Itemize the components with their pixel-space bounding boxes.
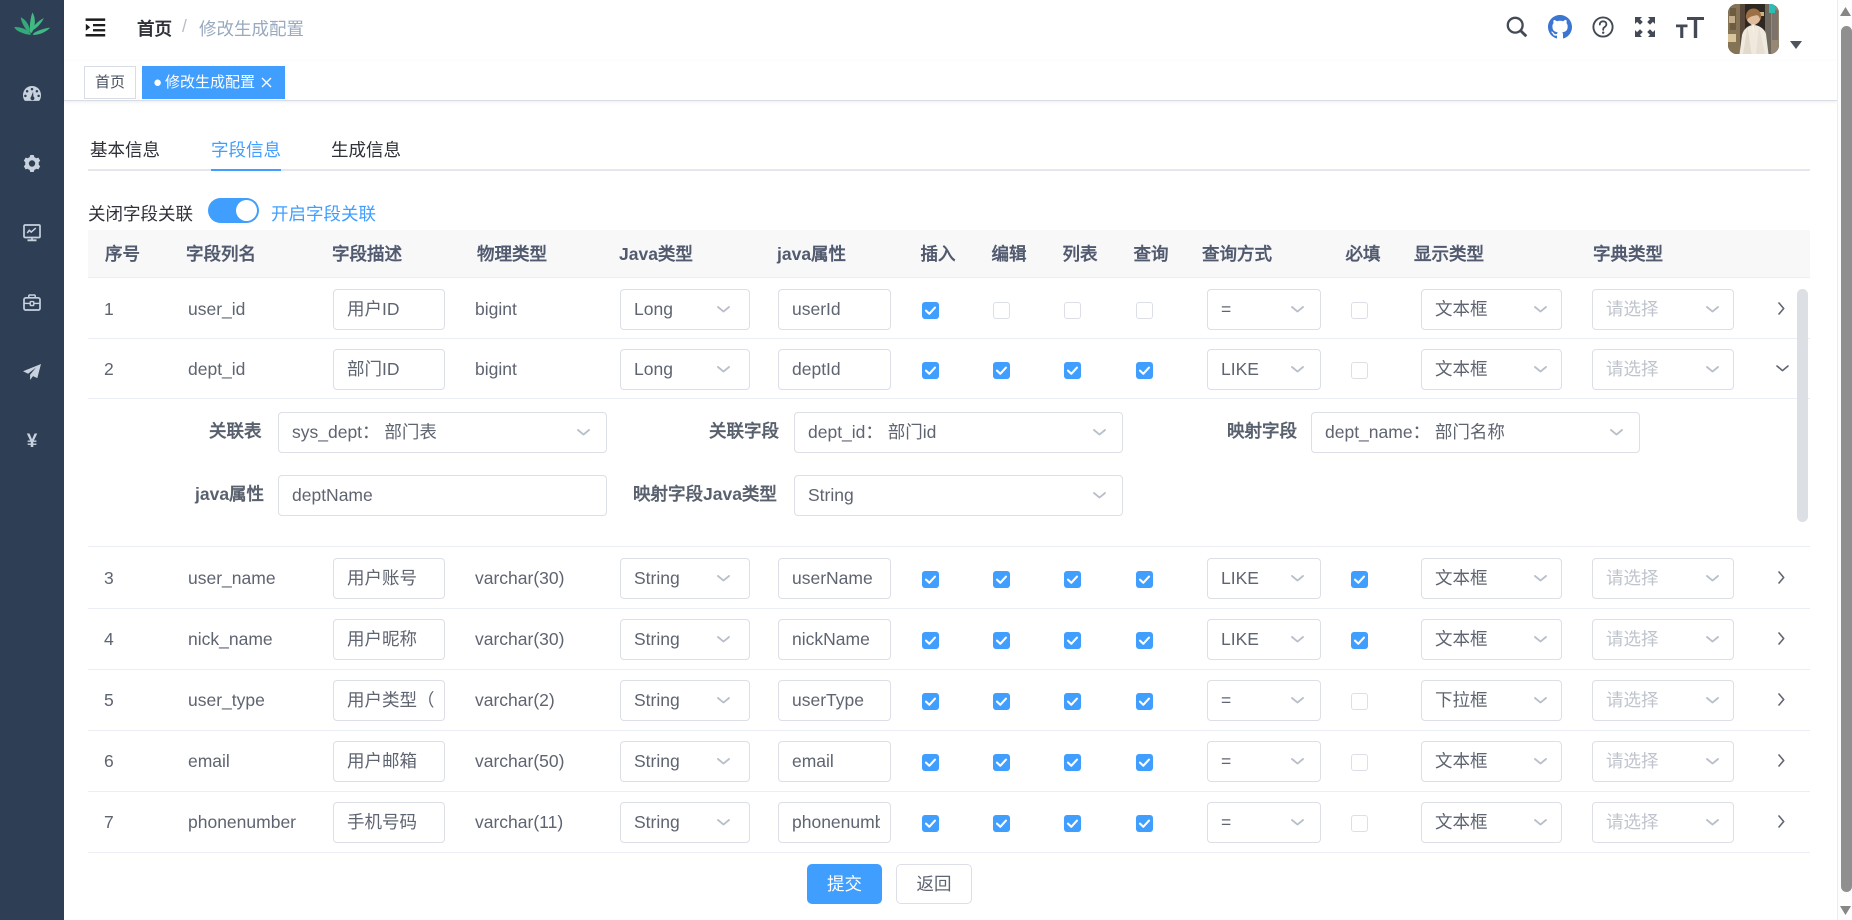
svg-text:¥: ¥ [27,433,38,451]
